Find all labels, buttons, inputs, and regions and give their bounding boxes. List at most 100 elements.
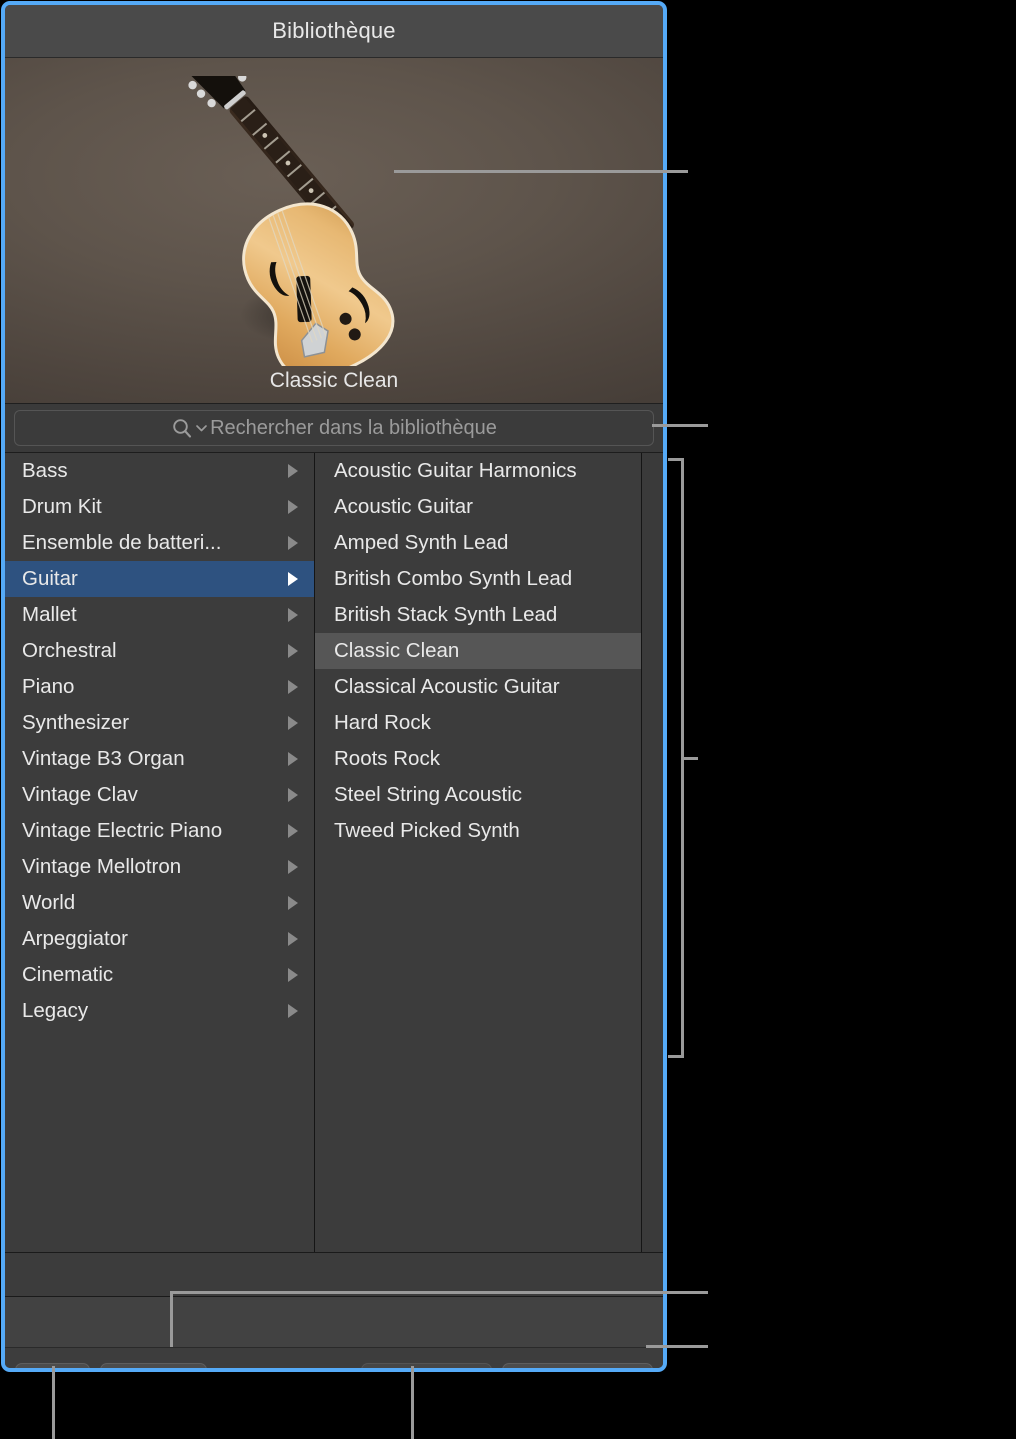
- patch-label: Amped Synth Lead: [334, 531, 509, 554]
- category-row[interactable]: Drum Kit: [5, 489, 314, 525]
- disclosure-arrow-icon: [288, 932, 298, 946]
- delete-button[interactable]: Supprimer: [361, 1362, 492, 1368]
- category-label: Vintage Clav: [22, 783, 138, 806]
- category-label: Guitar: [22, 567, 78, 590]
- disclosure-arrow-icon: [288, 752, 298, 766]
- info-strip: [5, 1297, 663, 1347]
- screenshot-root: Bibliothèque Classic Clean Rechercher da…: [0, 0, 1016, 1439]
- category-label: Drum Kit: [22, 495, 102, 518]
- disclosure-arrow-icon: [288, 572, 298, 586]
- disclosure-arrow-icon: [288, 1004, 298, 1018]
- patch-label: Acoustic Guitar: [334, 495, 473, 518]
- disclosure-arrow-icon: [288, 716, 298, 730]
- category-row[interactable]: Bass: [5, 453, 314, 489]
- patch-row[interactable]: Classical Acoustic Guitar: [315, 669, 641, 705]
- patch-row[interactable]: Hard Rock: [315, 705, 641, 741]
- category-label: Vintage Electric Piano: [22, 819, 223, 842]
- library-panel: Bibliothèque Classic Clean Rechercher da…: [1, 1, 667, 1372]
- search-placeholder: Rechercher dans la bibliothèque: [210, 416, 497, 439]
- disclosure-arrow-icon: [288, 464, 298, 478]
- category-row[interactable]: Guitar: [5, 561, 314, 597]
- reset-button[interactable]: Rétablir: [100, 1362, 207, 1368]
- callout-line-save: [646, 1345, 708, 1348]
- category-label: Orchestral: [22, 639, 117, 662]
- disclosure-arrow-icon: [288, 608, 298, 622]
- patch-label: British Combo Synth Lead: [334, 567, 573, 590]
- category-row[interactable]: Piano: [5, 669, 314, 705]
- category-label: Bass: [22, 459, 68, 482]
- callout-bracket-stub: [684, 757, 698, 760]
- chevron-down-icon[interactable]: [195, 417, 208, 440]
- category-label: Ensemble de batteri...: [22, 531, 222, 554]
- disclosure-arrow-icon: [288, 500, 298, 514]
- patch-label: Hard Rock: [334, 711, 431, 734]
- category-label: Mallet: [22, 603, 77, 626]
- callout-line-preview: [394, 170, 688, 173]
- patch-label: Tweed Picked Synth: [334, 819, 520, 842]
- page-title: Bibliothèque: [272, 18, 396, 43]
- patch-row[interactable]: Amped Synth Lead: [315, 525, 641, 561]
- patch-row[interactable]: Classic Clean: [315, 633, 641, 669]
- disclosure-arrow-icon: [288, 860, 298, 874]
- category-label: Legacy: [22, 999, 89, 1022]
- disclosure-arrow-icon: [288, 644, 298, 658]
- patch-label: Acoustic Guitar Harmonics: [334, 459, 577, 482]
- category-label: World: [22, 891, 76, 914]
- patch-row[interactable]: Acoustic Guitar Harmonics: [315, 453, 641, 489]
- patch-column[interactable]: Acoustic Guitar Harmonics Acoustic Guitar…: [315, 453, 642, 1252]
- library-browser: Bass Drum Kit Ensemble de batteri... Guitar…: [5, 452, 663, 1252]
- category-label: Piano: [22, 675, 75, 698]
- category-row[interactable]: Orchestral: [5, 633, 314, 669]
- disclosure-arrow-icon: [288, 680, 298, 694]
- category-row[interactable]: Cinematic: [5, 957, 314, 993]
- gear-icon: [28, 1369, 52, 1373]
- category-row[interactable]: Vintage Clav: [5, 777, 314, 813]
- preview-patch-name: Classic Clean: [269, 369, 399, 392]
- patch-label: Steel String Acoustic: [334, 783, 523, 806]
- category-label: Arpeggiator: [22, 927, 128, 950]
- patch-preview: Classic Clean: [5, 58, 663, 404]
- callout-bracket-browser: [668, 458, 684, 1058]
- disclosure-arrow-icon: [288, 824, 298, 838]
- category-row[interactable]: Mallet: [5, 597, 314, 633]
- patch-row[interactable]: Roots Rock: [315, 741, 641, 777]
- library-title-bar: Bibliothèque: [5, 5, 663, 58]
- patch-row[interactable]: British Combo Synth Lead: [315, 561, 641, 597]
- category-row[interactable]: World: [5, 885, 314, 921]
- category-row[interactable]: Vintage B3 Organ: [5, 741, 314, 777]
- patch-row[interactable]: Steel String Acoustic: [315, 777, 641, 813]
- search-row: Rechercher dans la bibliothèque: [5, 404, 663, 452]
- patch-label: Classic Clean: [334, 639, 460, 662]
- category-row[interactable]: Arpeggiator: [5, 921, 314, 957]
- category-label: Synthesizer: [22, 711, 130, 734]
- category-label: Vintage B3 Organ: [22, 747, 185, 770]
- patch-row[interactable]: Tweed Picked Synth: [315, 813, 641, 849]
- callout-line-reset-v: [170, 1291, 173, 1347]
- search-input[interactable]: Rechercher dans la bibliothèque: [14, 410, 654, 446]
- callout-line-search: [652, 424, 708, 427]
- patch-row[interactable]: Acoustic Guitar: [315, 489, 641, 525]
- category-column[interactable]: Bass Drum Kit Ensemble de batteri... Guitar…: [5, 453, 315, 1252]
- save-button[interactable]: Enregistrer...: [501, 1362, 653, 1368]
- patch-row[interactable]: British Stack Synth Lead: [315, 597, 641, 633]
- category-row[interactable]: Synthesizer: [5, 705, 314, 741]
- patch-label: British Stack Synth Lead: [334, 603, 558, 626]
- category-label: Cinematic: [22, 963, 114, 986]
- search-icon: [171, 417, 193, 439]
- category-row[interactable]: Vintage Mellotron: [5, 849, 314, 885]
- detail-column: [642, 453, 663, 1252]
- category-row[interactable]: Legacy: [5, 993, 314, 1029]
- disclosure-arrow-icon: [288, 896, 298, 910]
- callout-line-gear: [52, 1366, 55, 1439]
- disclosure-arrow-icon: [288, 968, 298, 982]
- category-row[interactable]: Vintage Electric Piano: [5, 813, 314, 849]
- patch-label: Roots Rock: [334, 747, 440, 770]
- library-toolbar: Rétablir Supprimer Enregistrer...: [5, 1347, 663, 1373]
- disclosure-arrow-icon: [288, 536, 298, 550]
- category-row[interactable]: Ensemble de batteri...: [5, 525, 314, 561]
- disclosure-arrow-icon: [288, 788, 298, 802]
- patch-label: Classical Acoustic Guitar: [334, 675, 560, 698]
- callout-line-delete: [411, 1366, 414, 1439]
- category-label: Vintage Mellotron: [22, 855, 182, 878]
- electric-guitar-icon: [184, 58, 484, 379]
